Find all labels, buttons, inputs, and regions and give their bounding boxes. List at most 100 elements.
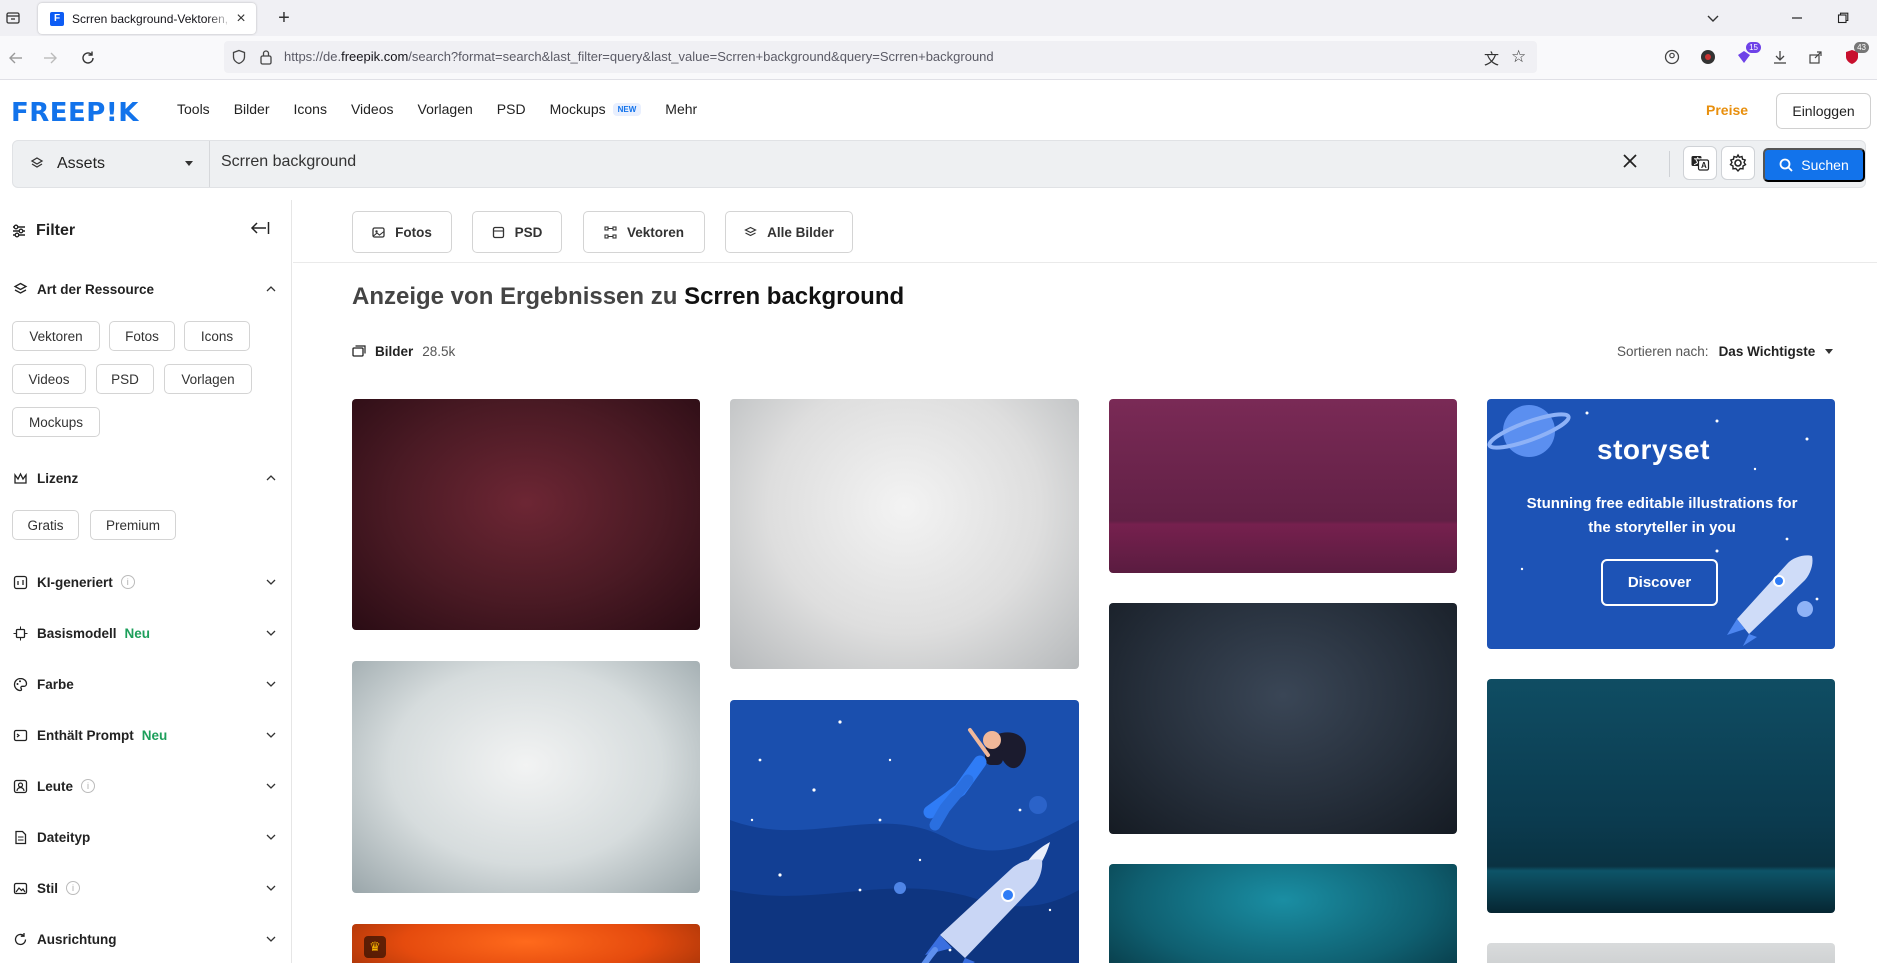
base-model-chip-icon [12,625,28,641]
section-contains-prompt[interactable]: Enthält Prompt Neu [12,727,280,743]
section-orientation-label: Ausrichtung [37,931,117,947]
preise-link[interactable]: Preise [1706,102,1748,118]
tab-alle-bilder[interactable]: Alle Bilder [725,211,853,253]
info-icon[interactable]: i [120,575,135,589]
sort-dropdown[interactable]: Sortieren nach: Das Wichtigste [1617,344,1834,359]
result-thumbnail[interactable] [1109,864,1457,963]
result-thumbnail[interactable] [1487,679,1835,913]
filter-header: Filter [12,222,75,240]
result-thumbnail[interactable] [730,700,1079,963]
nav-videos[interactable]: Videos [351,101,394,117]
section-style-label: Stil [37,880,59,896]
downloads-icon[interactable] [1769,46,1791,68]
asset-type-select[interactable]: Assets [13,141,210,187]
section-license[interactable]: Lizenz [12,470,280,486]
search-divider [1669,151,1670,177]
info-icon[interactable]: i [66,881,81,895]
storyset-ad[interactable]: storyset Stunning free editable illustra… [1487,399,1835,649]
bookmark-star-icon[interactable]: ☆ [1511,47,1526,67]
restore-window-icon[interactable] [1826,6,1860,30]
heading-prefix: Anzeige von Ergebnissen zu [352,283,678,310]
result-thumbnail[interactable] [730,399,1079,669]
lock-icon[interactable] [259,49,273,70]
adblock-badge-count: 43 [1854,42,1869,53]
section-file-type[interactable]: Dateityp [12,829,280,845]
settings-gear-icon[interactable] [1721,146,1755,180]
nav-mehr[interactable]: Mehr [665,101,697,117]
adblock-extension-icon[interactable]: 43 [1841,42,1869,68]
minimize-window-icon[interactable] [1780,6,1814,30]
tab-fotos[interactable]: Fotos [352,211,452,253]
nav-vorlagen[interactable]: Vorlagen [418,101,473,117]
nav-mockups[interactable]: Mockups NEW [550,101,642,117]
translate-icon[interactable]: 文 [1484,48,1499,69]
forward-arrow-icon[interactable] [38,46,62,70]
chip-premium[interactable]: Premium [90,510,176,540]
section-license-label: Lizenz [37,470,79,486]
section-contains-prompt-label: Enthält Prompt [37,727,134,743]
section-ai-generated[interactable]: KI-generiert i [12,574,280,590]
section-people[interactable]: Leute i [12,778,280,794]
section-orientation[interactable]: Ausrichtung [12,931,280,947]
chip-videos[interactable]: Videos [12,364,86,394]
asset-type-label: Assets [57,155,106,172]
clear-search-icon[interactable] [1623,151,1637,174]
nav-icons[interactable]: Icons [293,101,326,117]
result-thumbnail[interactable] [1487,943,1835,963]
privacy-extension-icon[interactable] [1697,46,1719,68]
chip-psd[interactable]: PSD [96,364,154,394]
search-bar: Assets Scrren background 文A Suchen [12,140,1866,188]
browser-nav-bar: https://de.freepik.com/search?format=sea… [0,36,1877,80]
section-resource-type[interactable]: Art der Ressource [12,281,280,297]
tab-fotos-label: Fotos [395,224,432,240]
result-thumbnail[interactable] [352,661,700,893]
share-icon[interactable] [1805,46,1827,68]
result-thumbnail[interactable] [1109,603,1457,834]
search-input[interactable]: Scrren background [221,153,356,171]
account-icon[interactable] [1661,46,1683,68]
chip-gratis[interactable]: Gratis [12,510,79,540]
discover-button[interactable]: Discover [1601,559,1718,606]
result-thumbnail[interactable]: ♛ [352,924,700,963]
all-images-icon [744,226,757,239]
result-count: Bilder 28.5k [352,344,455,359]
chip-icons[interactable]: Icons [184,321,250,351]
search-button[interactable]: Suchen [1763,148,1865,182]
search-icon [1779,158,1793,172]
resource-type-icon [12,281,28,297]
browser-tab-active[interactable]: F Scrren background-Vektoren, - Freepik … [38,3,256,34]
nav-psd[interactable]: PSD [497,101,526,117]
result-thumbnail[interactable] [1109,399,1457,573]
back-arrow-icon[interactable] [4,46,28,70]
section-style[interactable]: Stil i [12,880,280,896]
chip-vorlagen[interactable]: Vorlagen [164,364,252,394]
tab-psd[interactable]: PSD [472,211,562,253]
address-bar[interactable]: https://de.freepik.com/search?format=sea… [224,41,1537,73]
result-thumbnail[interactable] [352,399,700,630]
chip-fotos[interactable]: Fotos [109,321,175,351]
chip-mockups[interactable]: Mockups [12,407,100,437]
chip-vektoren[interactable]: Vektoren [12,321,100,351]
reload-icon[interactable] [76,46,100,70]
extension-icon[interactable]: 15 [1733,42,1761,68]
collapse-sidebar-icon[interactable] [250,220,270,241]
freepik-logo[interactable]: FREEP!K [11,98,139,128]
tab-overflow-chevron-icon[interactable] [1696,6,1730,30]
new-tab-button[interactable]: + [272,6,296,30]
tab-title: Scrren background-Vektoren, - Freepik [72,11,232,26]
url-text[interactable]: https://de.freepik.com/search?format=sea… [284,49,994,64]
tab-list-icon[interactable] [2,7,24,29]
tab-vektoren[interactable]: Vektoren [583,211,705,253]
prompt-icon [12,727,28,743]
section-color[interactable]: Farbe [12,676,280,692]
close-tab-icon[interactable]: × [232,10,250,28]
section-base-model[interactable]: Basismodell Neu [12,625,280,641]
info-icon[interactable]: i [81,779,96,793]
tracking-protection-shield-icon[interactable] [231,49,247,70]
chevron-down-icon [266,830,276,845]
translate-search-button[interactable]: 文A [1683,146,1717,180]
nav-tools[interactable]: Tools [177,101,210,117]
nav-bilder[interactable]: Bilder [234,101,270,117]
ad-text: Stunning free editable illustrations for… [1526,495,1798,536]
login-button[interactable]: Einloggen [1776,93,1871,129]
